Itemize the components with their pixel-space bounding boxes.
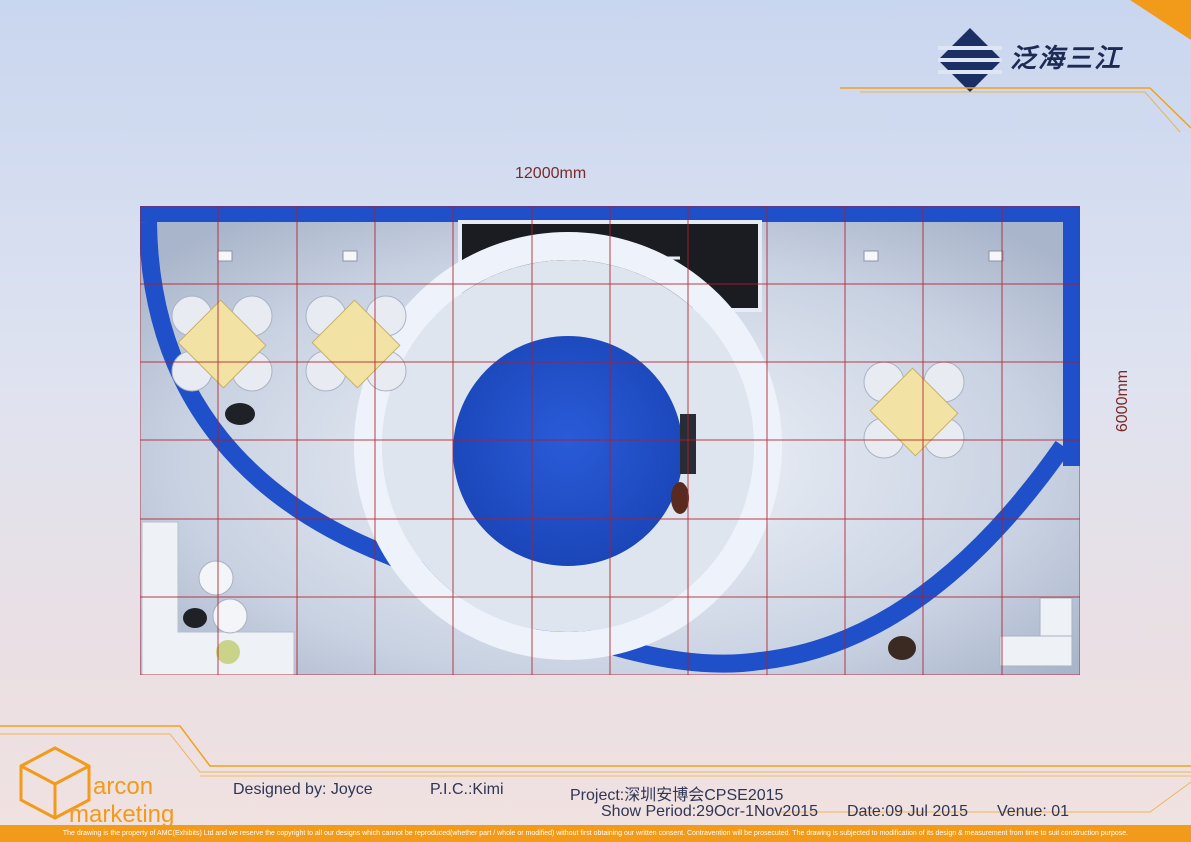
width-dimension: 12000mm: [515, 165, 587, 182]
venue-info: Venue: 01: [997, 803, 1070, 820]
visitor-4: [671, 482, 689, 514]
designer-info: Designed by: Joyce: [233, 781, 373, 798]
company-name-line1: arcon: [93, 773, 153, 800]
lounge-set-3: [863, 361, 965, 459]
brand-name: 泛海三江: [1010, 44, 1123, 74]
company-name-line2: marketing: [69, 801, 174, 828]
lounge-set-1: [171, 295, 273, 392]
company-logo: arcon marketing: [19, 746, 174, 828]
depth-dimension: 6000mm: [1114, 369, 1132, 433]
right-wall: [1063, 206, 1080, 466]
show-period-info: Show Period:29Ocr-1Nov2015: [601, 803, 819, 820]
pic-info: P.I.C.:Kimi: [430, 781, 504, 798]
lounge-set-2: [305, 295, 407, 392]
header-gold-lines: [840, 87, 1191, 133]
booth-floorplan: [140, 206, 1080, 675]
plant: [216, 640, 240, 664]
project-info: Project:深圳安博会CPSE2015: [570, 787, 784, 804]
visitor-3: [888, 636, 916, 660]
visitor-1: [225, 403, 255, 425]
visitor-2: [183, 608, 207, 628]
disclaimer-bar: The drawing is the property of AMC(Exhib…: [0, 825, 1191, 842]
date-info: Date:09 Jul 2015: [847, 803, 968, 820]
stool-1: [198, 560, 234, 596]
corner-decoration: [1130, 0, 1191, 40]
central-stage: [453, 336, 683, 566]
